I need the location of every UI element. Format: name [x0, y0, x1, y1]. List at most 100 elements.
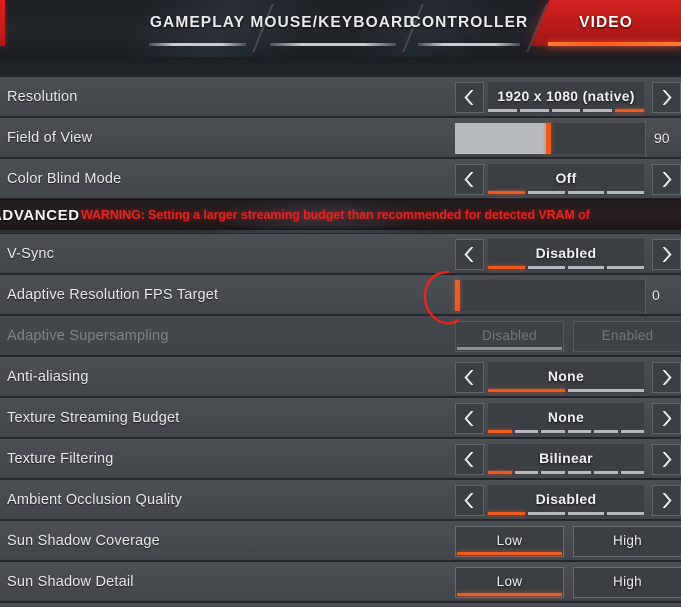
- segment-selected: [488, 389, 565, 392]
- toggle-option-high[interactable]: High: [573, 526, 681, 557]
- toggle-selected-underline: [457, 552, 562, 555]
- stepper-control-anti-aliasing: None: [455, 362, 681, 393]
- setting-row-field-of-view: Field of View 90: [0, 117, 681, 158]
- chevron-left-icon[interactable]: [455, 82, 484, 113]
- tab-gameplay-label: GAMEPLAY: [149, 14, 246, 31]
- chevron-right-icon[interactable]: [652, 403, 681, 434]
- chevron-right-icon[interactable]: [652, 485, 681, 516]
- segment: [607, 266, 644, 269]
- tab-gameplay[interactable]: GAMEPLAY: [140, 0, 255, 46]
- toggle-option-low[interactable]: Low: [455, 567, 564, 598]
- slider-handle[interactable]: [455, 280, 460, 311]
- setting-value: 1920 x 1080 (native): [497, 87, 635, 104]
- chevron-right-icon[interactable]: [652, 362, 681, 393]
- chevron-left-icon[interactable]: [455, 164, 484, 195]
- setting-value-box[interactable]: None: [488, 403, 644, 434]
- value-segments: [488, 109, 644, 112]
- segment: [567, 191, 605, 194]
- segment: [541, 430, 565, 433]
- setting-value: Bilinear: [539, 449, 593, 466]
- toggle-option-disabled[interactable]: Disabled: [455, 321, 564, 352]
- segment: [488, 109, 517, 112]
- setting-label: Resolution: [7, 89, 78, 105]
- chevron-left-icon[interactable]: [455, 239, 484, 270]
- setting-value-box[interactable]: Bilinear: [488, 444, 644, 475]
- stepper-control-ambient-occlusion-quality: Disabled: [455, 485, 681, 516]
- value-segments: [488, 389, 644, 392]
- video-settings-screen: GAMEPLAY MOUSE/KEYBOARD CONTROLLER VIDEO…: [0, 0, 681, 607]
- toggle-option-high[interactable]: High: [573, 567, 681, 598]
- segment-selected: [488, 430, 512, 433]
- chevron-left-icon[interactable]: [455, 403, 484, 434]
- setting-label: Anti-aliasing: [7, 369, 89, 385]
- setting-value-box[interactable]: 1920 x 1080 (native): [488, 82, 644, 113]
- value-segments: [488, 471, 644, 474]
- left-red-accent-strip: [0, 0, 5, 46]
- chevron-right-icon[interactable]: [652, 444, 681, 475]
- segment: [514, 471, 538, 474]
- setting-label: Sun Shadow Detail: [7, 574, 134, 590]
- setting-row-ambient-occlusion-quality: Ambient Occlusion Quality Disabled: [0, 479, 681, 520]
- segment-selected: [488, 266, 525, 269]
- segment: [527, 266, 565, 269]
- segment-selected: [488, 471, 512, 474]
- slider-value: 90: [654, 130, 670, 146]
- toggle-option-low[interactable]: Low: [455, 526, 564, 557]
- setting-row-texture-streaming-budget: Texture Streaming Budget None: [0, 397, 681, 438]
- tab-mouse-keyboard[interactable]: MOUSE/KEYBOARD: [250, 0, 415, 46]
- value-separator: [645, 277, 646, 314]
- settings-list: Resolution 1920 x 1080 (native) Field of…: [0, 57, 681, 607]
- setting-row-adaptive-resolution-fps-target: Adaptive Resolution FPS Target 0: [0, 274, 681, 315]
- segment: [527, 512, 565, 515]
- segment: [567, 389, 644, 392]
- tab-video[interactable]: VIDEO: [556, 0, 656, 46]
- toggle-option-label: High: [613, 573, 642, 589]
- slider-adaptive-resolution-fps-target[interactable]: [455, 280, 645, 311]
- segment-selected: [615, 109, 644, 112]
- segment: [620, 430, 644, 433]
- setting-row-sun-shadow-detail: Sun Shadow Detail Low High: [0, 561, 681, 602]
- chevron-right-icon[interactable]: [652, 239, 681, 270]
- toggle-option-label: Disabled: [482, 327, 537, 343]
- setting-value-box[interactable]: Off: [488, 164, 644, 195]
- stepper-control-v-sync: Disabled: [455, 239, 681, 270]
- stepper-control-color-blind-mode: Off: [455, 164, 681, 195]
- segment-selected: [488, 512, 525, 515]
- setting-label: Color Blind Mode: [7, 171, 122, 187]
- vram-warning-text: WARNING: Setting a larger streaming budg…: [81, 208, 590, 222]
- slider-handle[interactable]: [546, 123, 551, 154]
- chevron-left-icon[interactable]: [455, 362, 484, 393]
- setting-label: Sun Shadow Coverage: [7, 533, 160, 549]
- toggle-option-label: Low: [496, 573, 523, 589]
- chevron-left-icon[interactable]: [455, 485, 484, 516]
- toggle-option-label: Enabled: [601, 327, 654, 343]
- setting-row-texture-filtering: Texture Filtering Bilinear: [0, 438, 681, 479]
- setting-value-box[interactable]: Disabled: [488, 239, 644, 270]
- chevron-right-icon[interactable]: [652, 164, 681, 195]
- setting-value-box[interactable]: None: [488, 362, 644, 393]
- slider-field-of-view[interactable]: [455, 123, 645, 154]
- toggle-option-enabled[interactable]: Enabled: [573, 321, 681, 352]
- tab-controller[interactable]: CONTROLLER: [408, 0, 530, 46]
- settings-tab-bar: GAMEPLAY MOUSE/KEYBOARD CONTROLLER VIDEO: [0, 0, 681, 57]
- value-separator: [645, 120, 646, 157]
- segment: [607, 512, 644, 515]
- value-segments: [488, 191, 644, 194]
- chevron-right-icon[interactable]: [652, 82, 681, 113]
- segment: [527, 191, 565, 194]
- segment: [583, 109, 613, 112]
- chevron-left-icon[interactable]: [455, 444, 484, 475]
- segment: [551, 109, 581, 112]
- toggle-selected-underline: [457, 347, 562, 350]
- toggle-underline: [575, 593, 680, 596]
- stepper-control-resolution: 1920 x 1080 (native): [455, 82, 681, 113]
- toggle-option-label: Low: [496, 532, 523, 548]
- segment: [594, 471, 618, 474]
- segment: [567, 266, 605, 269]
- setting-row-sun-shadow-coverage: Sun Shadow Coverage Low High: [0, 520, 681, 561]
- setting-value-box[interactable]: Disabled: [488, 485, 644, 516]
- setting-row-resolution: Resolution 1920 x 1080 (native): [0, 76, 681, 117]
- tab-mouse-keyboard-label: MOUSE/KEYBOARD: [250, 14, 416, 31]
- value-segments: [488, 266, 644, 269]
- tab-video-label: VIDEO: [579, 14, 633, 31]
